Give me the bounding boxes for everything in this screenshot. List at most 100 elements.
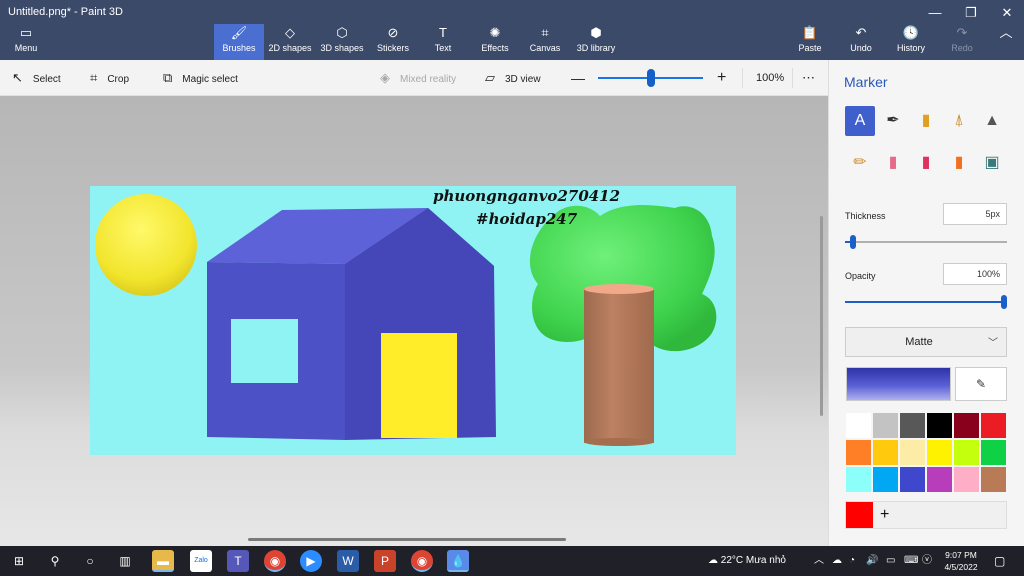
onedrive-icon[interactable]: ☁	[832, 546, 842, 576]
ribbon-tab-brushes[interactable]: 🖌 Brushes	[214, 24, 264, 60]
palette-swatch[interactable]	[953, 466, 980, 493]
magic-select-button[interactable]: ⧉ Magic select	[163, 60, 238, 96]
thickness-input[interactable]: 5px	[943, 203, 1007, 225]
palette-swatch[interactable]	[872, 466, 899, 493]
horizontal-scrollbar[interactable]	[248, 538, 566, 541]
palette-swatch[interactable]	[872, 412, 899, 439]
volume-icon[interactable]: 🔊	[866, 546, 878, 576]
chrome-app-2[interactable]: ◉	[411, 550, 433, 572]
taskbar-clock[interactable]: 9:07 PM 4/5/2022	[936, 549, 986, 573]
current-color-preview[interactable]	[846, 367, 951, 401]
ime-icon[interactable]: ⌨	[904, 546, 918, 576]
palette-swatch[interactable]	[980, 412, 1007, 439]
palette-swatch[interactable]	[980, 466, 1007, 493]
library-icon: ⬢	[590, 25, 602, 40]
minimize-button[interactable]: —	[918, 2, 952, 24]
palette-swatch[interactable]	[926, 439, 953, 466]
zalo-app[interactable]: Zalo	[190, 550, 212, 572]
word-app[interactable]: W	[337, 550, 359, 572]
fill-bucket-brush-button[interactable]: ▣	[977, 148, 1007, 178]
word-icon: W	[342, 554, 354, 568]
palette-swatch[interactable]	[845, 466, 872, 493]
zoom-in-button[interactable]: +	[717, 60, 726, 96]
palette-swatch[interactable]	[872, 439, 899, 466]
weather-widget[interactable]: ☁ 22°C Mưa nhỏ	[708, 546, 786, 576]
ribbon-tab-text[interactable]: T Text	[422, 24, 464, 60]
palette-swatch[interactable]	[899, 412, 926, 439]
zoom-out-button[interactable]: —	[571, 60, 585, 96]
palette-swatch[interactable]	[845, 412, 872, 439]
add-color-button[interactable]: +	[880, 505, 889, 525]
task-view-icon: ▥	[119, 554, 131, 568]
show-hidden-icons[interactable]: ︿	[814, 546, 824, 576]
spray-can-brush-button[interactable]: ▮	[944, 148, 974, 178]
notification-center-button[interactable]: ▢	[994, 546, 1005, 576]
panel-title: Marker	[844, 74, 888, 90]
palette-swatch[interactable]	[953, 412, 980, 439]
palette-swatch[interactable]	[926, 412, 953, 439]
eyedropper-button[interactable]: ✎	[955, 367, 1007, 401]
ribbon-tab-canvas[interactable]: ⌗ Canvas	[524, 24, 566, 60]
selected-color-swatch[interactable]	[846, 502, 873, 528]
network-icon[interactable]: ◔	[849, 546, 855, 576]
powerpoint-icon: P	[380, 554, 389, 568]
mixed-reality-button[interactable]: ◈ Mixed reality	[380, 60, 456, 96]
redo-button[interactable]: ↷ Redo	[946, 24, 978, 60]
close-button[interactable]: ✕	[990, 2, 1024, 24]
thickness-slider-thumb[interactable]	[850, 235, 856, 249]
chrome-icon: ◉	[269, 554, 281, 568]
undo-button[interactable]: ↶ Undo	[845, 24, 877, 60]
finish-dropdown[interactable]: Matte ﹀	[845, 327, 1007, 357]
palette-swatch[interactable]	[926, 466, 953, 493]
thickness-slider-track[interactable]	[845, 241, 1007, 243]
file-explorer-app[interactable]: ▬	[152, 550, 174, 572]
powerpoint-app[interactable]: P	[374, 550, 396, 572]
eraser-brush-button[interactable]: ▮	[878, 148, 908, 178]
3d-view-button[interactable]: ▱ 3D view	[485, 60, 541, 96]
teams-app[interactable]: T	[227, 550, 249, 572]
paint3d-app[interactable]: 💧	[447, 550, 469, 572]
zoom-slider-thumb[interactable]	[647, 69, 655, 87]
oil-brush-brush-button[interactable]: ▮	[911, 106, 941, 136]
ribbon-tab-3d-library[interactable]: ⬢ 3D library	[574, 24, 618, 60]
start-button[interactable]: ⊞	[8, 550, 30, 572]
palette-swatch[interactable]	[953, 439, 980, 466]
marker-brush-button[interactable]: A	[845, 106, 875, 136]
cortana-button[interactable]: ○	[79, 550, 101, 572]
palette-swatch[interactable]	[899, 439, 926, 466]
opacity-slider-thumb[interactable]	[1001, 295, 1007, 309]
ribbon-tab-2d-shapes[interactable]: ◇ 2D shapes	[266, 24, 314, 60]
menu-button[interactable]: ▭ Menu	[8, 24, 44, 60]
maximize-button[interactable]: ❐	[954, 2, 988, 24]
ribbon-tab-stickers[interactable]: ⊘ Stickers	[371, 24, 415, 60]
battery-icon[interactable]: ▭	[886, 546, 895, 576]
history-button[interactable]: 🕓 History	[893, 24, 929, 60]
palette-swatch[interactable]	[980, 439, 1007, 466]
chrome-app[interactable]: ◉	[264, 550, 286, 572]
pixel-pen-icon: ▲	[984, 112, 1000, 129]
search-button[interactable]: ⚲	[44, 550, 66, 572]
divider	[742, 68, 743, 88]
select-button[interactable]: ↖ Select	[12, 60, 61, 96]
zoom-app[interactable]: ▶	[300, 550, 322, 572]
collapse-ribbon-button[interactable]: ︿	[994, 24, 1018, 60]
pencil-brush-button[interactable]: ✏	[845, 148, 875, 178]
language-icon[interactable]: ⓥ	[922, 546, 932, 576]
crop-button[interactable]: ⌗ Crop	[90, 60, 129, 96]
thickness-label: Thickness	[845, 211, 886, 221]
pixel-pen-brush-button[interactable]: ▲	[977, 106, 1007, 136]
zoom-level[interactable]: 100%	[756, 60, 784, 96]
palette-swatch[interactable]	[845, 439, 872, 466]
task-view-button[interactable]: ▥	[114, 550, 136, 572]
palette-swatch[interactable]	[899, 466, 926, 493]
ribbon-tab-3d-shapes[interactable]: ⬡ 3D shapes	[319, 24, 365, 60]
drawing-canvas[interactable]: phuongnganvo270412 #hoidap247	[90, 186, 736, 455]
watercolor-brush-button[interactable]: ⍋	[944, 106, 974, 136]
crayon-brush-button[interactable]: ▮	[911, 148, 941, 178]
calligraphy-pen-brush-button[interactable]: ✒	[878, 106, 908, 136]
more-options-button[interactable]: ⋯	[802, 60, 815, 96]
ribbon-tab-effects[interactable]: ✺ Effects	[473, 24, 517, 60]
paste-button[interactable]: 📋 Paste	[794, 24, 826, 60]
vertical-scrollbar[interactable]	[820, 216, 823, 416]
opacity-input[interactable]: 100%	[943, 263, 1007, 285]
